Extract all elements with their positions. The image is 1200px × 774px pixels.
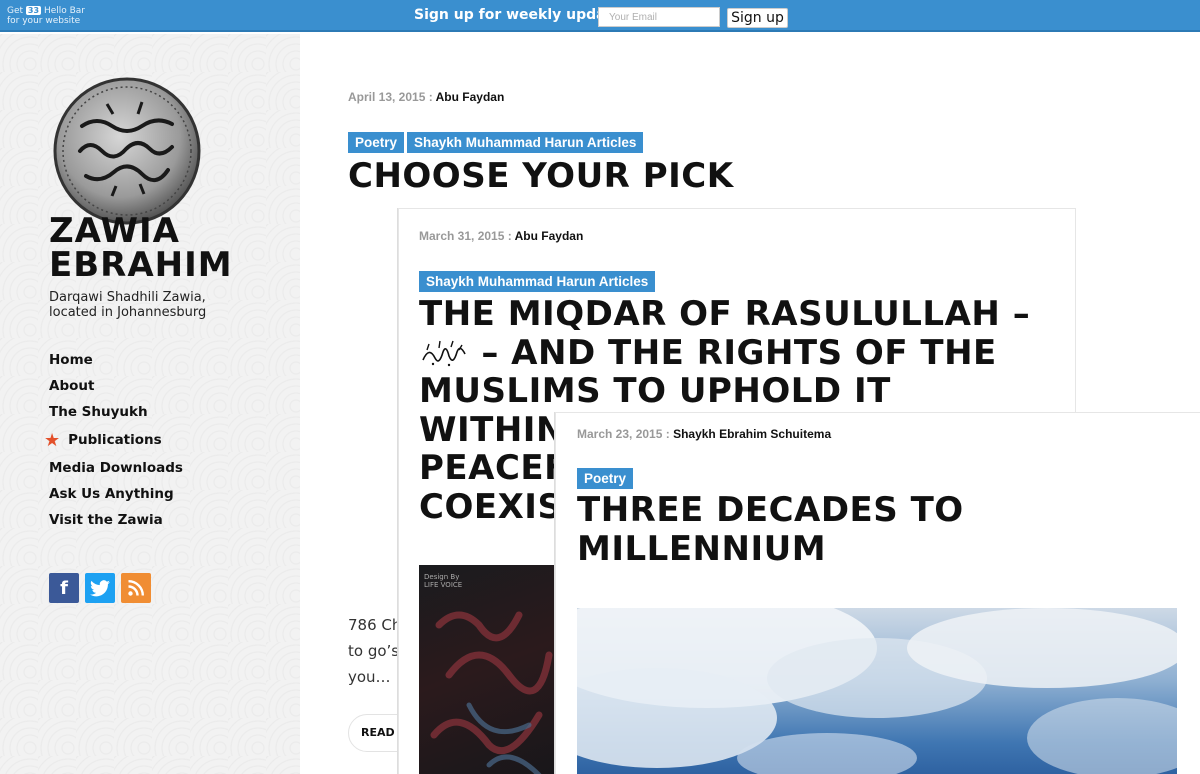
- site-title[interactable]: ZAWIA EBRAHIM: [49, 214, 233, 282]
- nav-item-visit[interactable]: Visit the Zawia: [49, 507, 183, 533]
- signup-button[interactable]: Sign up: [727, 8, 788, 28]
- title-line: MILLENNIUM: [577, 528, 827, 569]
- post-tags: Poetry: [577, 468, 636, 489]
- post-author[interactable]: Shaykh Ebrahim Schuitema: [673, 427, 831, 441]
- nav-label: About: [49, 378, 95, 394]
- post-tags: Poetry Shaykh Muhammad Harun Articles: [348, 132, 646, 153]
- post-featured-image[interactable]: Design By LIFE VOICE: [419, 565, 559, 774]
- tag-poetry[interactable]: Poetry: [348, 132, 405, 153]
- nav-label: Media Downloads: [49, 460, 183, 476]
- nav-item-media-downloads[interactable]: Media Downloads: [49, 455, 183, 481]
- seal-logo-icon[interactable]: [52, 76, 202, 226]
- nav-item-publications[interactable]: ★ Publications: [44, 425, 183, 455]
- nav-label: The Shuyukh: [49, 404, 148, 420]
- title-part: – AND THE RIGHTS OF THE: [481, 332, 997, 373]
- tag-shaykh-harun-articles[interactable]: Shaykh Muhammad Harun Articles: [407, 132, 644, 153]
- brand-suffix: Hello Bar: [43, 6, 85, 16]
- site-title-line1: ZAWIA: [49, 211, 180, 251]
- title-part: THE MIQDAR OF RASULULLAH –: [419, 294, 1031, 334]
- tag-shaykh-harun-articles[interactable]: Shaykh Muhammad Harun Articles: [419, 271, 656, 292]
- nav-label: Visit the Zawia: [49, 512, 163, 528]
- title-line: THREE DECADES TO: [577, 490, 964, 530]
- title-part: WITHIN: [419, 409, 565, 450]
- nav-item-about[interactable]: About: [49, 373, 183, 399]
- post-author[interactable]: Abu Faydan: [436, 90, 505, 104]
- title-part: PEACEF: [419, 448, 568, 488]
- post-meta: March 31, 2015 : Abu Faydan: [419, 229, 583, 243]
- site-title-line2: EBRAHIM: [49, 245, 233, 285]
- hellobar-brand[interactable]: Get 33 Hello Bar for your website: [7, 6, 85, 26]
- post-title[interactable]: CHOOSE YOUR PICK: [348, 156, 734, 196]
- post-date[interactable]: March 23, 2015: [577, 427, 662, 441]
- social-links: f: [49, 573, 151, 603]
- sky-clouds-image: [577, 608, 1177, 774]
- site-tagline: Darqawi Shadhili Zawia, located in Johan…: [49, 290, 207, 320]
- post-featured-image[interactable]: [577, 608, 1177, 774]
- brand-prefix: Get: [7, 6, 24, 16]
- hello-bar: Get 33 Hello Bar for your website Sign u…: [0, 0, 1200, 32]
- nav-item-shuyukh[interactable]: The Shuyukh: [49, 399, 183, 425]
- star-icon: ★: [44, 429, 61, 451]
- meta-separator: :: [425, 90, 436, 104]
- rss-icon[interactable]: [121, 573, 151, 603]
- meta-separator: :: [662, 427, 674, 441]
- main-nav: Home About The Shuyukh ★ Publications Med…: [44, 347, 183, 533]
- post-meta: April 13, 2015 : Abu Faydan: [348, 90, 504, 104]
- nav-label: Home: [49, 352, 93, 368]
- post-title[interactable]: THREE DECADES TO MILLENNIUM: [577, 491, 1197, 568]
- nav-label: Publications: [68, 432, 162, 448]
- sallallahu-alayhi-wasallam-icon: [422, 340, 466, 366]
- sidebar: ZAWIA EBRAHIM Darqawi Shadhili Zawia, lo…: [0, 34, 300, 774]
- email-input[interactable]: [598, 7, 720, 27]
- meta-separator: :: [504, 229, 515, 243]
- post-author[interactable]: Abu Faydan: [515, 229, 584, 243]
- brand-line2: for your website: [7, 16, 81, 26]
- brand-badge: 33: [25, 6, 42, 15]
- nav-label: Ask Us Anything: [49, 486, 174, 502]
- facebook-icon[interactable]: f: [49, 573, 79, 603]
- title-part: COEXIS: [419, 486, 563, 527]
- title-part: MUSLIMS TO UPHOLD IT: [419, 371, 891, 411]
- post-date[interactable]: April 13, 2015: [348, 90, 425, 104]
- post-meta: March 23, 2015 : Shaykh Ebrahim Schuitem…: [577, 427, 831, 441]
- post-tags: Shaykh Muhammad Harun Articles: [419, 271, 658, 292]
- calligraphy-artwork: [430, 611, 553, 774]
- post-date[interactable]: March 31, 2015: [419, 229, 504, 243]
- post-card: March 23, 2015 : Shaykh Ebrahim Schuitem…: [555, 412, 1200, 774]
- nav-item-ask-us[interactable]: Ask Us Anything: [49, 481, 183, 507]
- tag-poetry[interactable]: Poetry: [577, 468, 634, 489]
- nav-item-home[interactable]: Home: [49, 347, 183, 373]
- twitter-icon[interactable]: [85, 573, 115, 603]
